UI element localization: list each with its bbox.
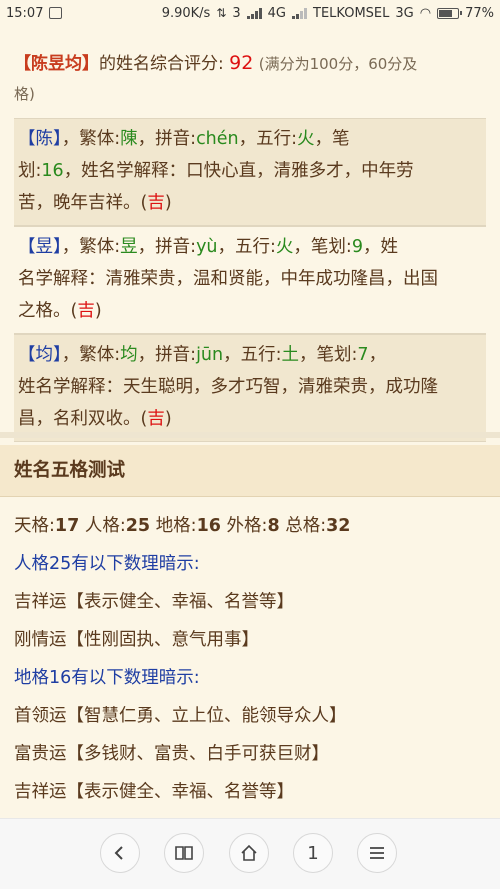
ren-hint: 人格25有以下数理暗示: <box>14 554 200 574</box>
network-type: 4G <box>267 5 287 21</box>
menu-icon <box>370 847 384 859</box>
wuxing-label: ，五行: <box>238 129 298 149</box>
explain-text: ，姓名学解释：口快心直，清雅多才，中年劳 <box>63 161 414 181</box>
sim1-label: 3 <box>232 5 241 21</box>
char-label: 【昱】 <box>18 237 62 257</box>
main-content: 【陈昱均】的姓名综合评分: 92 (满分为100分，60分及 格) 【陈】，繁体… <box>0 26 500 442</box>
pinyin-label: ，拼音: <box>137 129 197 149</box>
ren-value: 25 <box>125 516 151 536</box>
zong-value: 32 <box>326 516 351 536</box>
explain-prefix: ，姓 <box>362 237 398 257</box>
battery-icon <box>437 7 463 19</box>
list-item: 富贵运【多钱财、富贵、白手可获巨财】 <box>14 744 329 764</box>
data-transfer-icon: ⇅ <box>216 6 227 20</box>
tab-count: 1 <box>307 842 319 864</box>
stroke-value: 7 <box>357 345 369 365</box>
char-card-jun: 【均】，繁体:均，拼音:jūn，五行:土，笔划:7， 姓名学解释：天生聪明，多才… <box>14 334 486 442</box>
home-icon <box>241 844 257 861</box>
status-time: 15:07 <box>6 5 44 21</box>
score-note-2: 格) <box>14 85 35 103</box>
pinyin-value: yù <box>196 237 218 257</box>
wuxing-value: 火 <box>297 129 315 149</box>
score-text: 的姓名综合评分: <box>99 54 224 74</box>
chevron-left-icon <box>114 846 123 860</box>
luck-value: 吉 <box>147 409 165 429</box>
explain-text: 姓名学解释：天生聪明，多才巧智，清雅荣贵，成功隆 <box>18 377 438 397</box>
close-paren: ) <box>164 409 172 429</box>
trad-value: 均 <box>120 345 138 365</box>
trad-value: 陳 <box>120 129 138 149</box>
status-bar: 15:07 9.90K/s ⇅ 3 4G TELKOMSEL 3G ◠ 77% <box>0 0 500 26</box>
name-score: 【陈昱均】的姓名综合评分: 92 (满分为100分，60分及 格) <box>0 26 500 118</box>
close-paren: ) <box>94 301 102 321</box>
trad-value: 昱 <box>120 237 138 257</box>
close-paren: ) <box>164 193 172 213</box>
score-note-1: (满分为100分，60分及 <box>258 55 418 73</box>
stroke-label-2: 划: <box>18 161 42 181</box>
five-grid-values: 天格:17 人格:25 地格:16 外格:8 总格:32 <box>14 507 486 545</box>
home-button[interactable] <box>229 833 269 873</box>
wuxing-label: ，五行: <box>223 345 282 365</box>
network-speed: 9.90K/s <box>161 5 211 21</box>
back-button[interactable] <box>100 833 140 873</box>
explain-text-2: 昌，名利双收。( <box>18 409 148 429</box>
image-notification-icon <box>49 7 63 19</box>
explain-prefix: ， <box>368 345 387 365</box>
network-type-2: 3G <box>395 5 414 21</box>
wuxing-label: ，五行: <box>217 237 276 257</box>
wai-label: 外格: <box>226 516 268 536</box>
wai-value: 8 <box>267 516 280 536</box>
section-divider <box>0 432 500 438</box>
bottom-navigation: 1 <box>0 818 500 889</box>
di-label: 地格: <box>155 516 197 536</box>
tian-label: 天格: <box>14 516 55 536</box>
di-value: 16 <box>196 516 221 536</box>
char-card-yu: 【昱】，繁体:昱，拼音:yù，五行:火，笔划:9，姓 名学解释：清雅荣贵，温和贤… <box>14 226 486 334</box>
luck-value: 吉 <box>77 301 95 321</box>
wifi-icon: ◠ <box>419 5 432 21</box>
ren-label: 人格: <box>84 516 126 536</box>
wuge-section: 天格:17 人格:25 地格:16 外格:8 总格:32 人格25有以下数理暗示… <box>14 497 486 811</box>
section-title: 姓名五格测试 <box>0 445 500 497</box>
di-hint: 地格16有以下数理暗示: <box>14 668 200 688</box>
list-item: 吉祥运【表示健全、幸福、名誉等】 <box>14 592 294 612</box>
trad-label: ，繁体: <box>61 237 121 257</box>
trad-label: ，繁体: <box>61 345 121 365</box>
battery-percent: 77% <box>465 5 494 21</box>
pinyin-value: jūn <box>196 345 224 365</box>
char-label: 【陈】 <box>18 129 62 149</box>
trad-label: ，繁体: <box>61 129 121 149</box>
score-value: 92 <box>229 52 254 74</box>
char-label: 【均】 <box>18 345 62 365</box>
book-icon <box>175 846 193 860</box>
wuxing-value: 火 <box>275 237 294 257</box>
char-card-chen: 【陈】，繁体:陳，拼音:chén，五行:火，笔 划:16，姓名学解释：口快心直，… <box>14 118 486 226</box>
explain-text-2: 之格。( <box>18 301 78 321</box>
stroke-label: ，笔划: <box>299 345 358 365</box>
luck-value: 吉 <box>147 193 165 213</box>
pinyin-value: chén <box>196 129 239 149</box>
list-item: 刚情运【性刚固执、意气用事】 <box>14 630 259 650</box>
tabs-button[interactable]: 1 <box>293 833 333 873</box>
stroke-value: 9 <box>351 237 363 257</box>
stroke-label: ，笔划: <box>293 237 352 257</box>
list-item: 首领运【智慧仁勇、立上位、能领导众人】 <box>14 706 347 726</box>
bookmarks-button[interactable] <box>164 833 204 873</box>
pinyin-label: ，拼音: <box>137 345 197 365</box>
tian-value: 17 <box>54 516 80 536</box>
wuxing-value: 土 <box>281 345 300 365</box>
signal-icon-2 <box>292 7 308 19</box>
menu-button[interactable] <box>357 833 397 873</box>
stroke-value: 16 <box>41 161 64 181</box>
signal-icon <box>246 7 262 19</box>
score-name: 【陈昱均】 <box>14 54 99 74</box>
list-item: 吉祥运【表示健全、幸福、名誉等】 <box>14 782 294 802</box>
stroke-label: ，笔 <box>314 129 350 149</box>
carrier-name: TELKOMSEL <box>313 5 390 21</box>
pinyin-label: ，拼音: <box>137 237 197 257</box>
zong-label: 总格: <box>285 516 327 536</box>
explain-text: 名学解释：清雅荣贵，温和贤能，中年成功隆昌，出国 <box>18 269 438 289</box>
explain-text-2: 苦，晚年吉祥。( <box>18 193 148 213</box>
